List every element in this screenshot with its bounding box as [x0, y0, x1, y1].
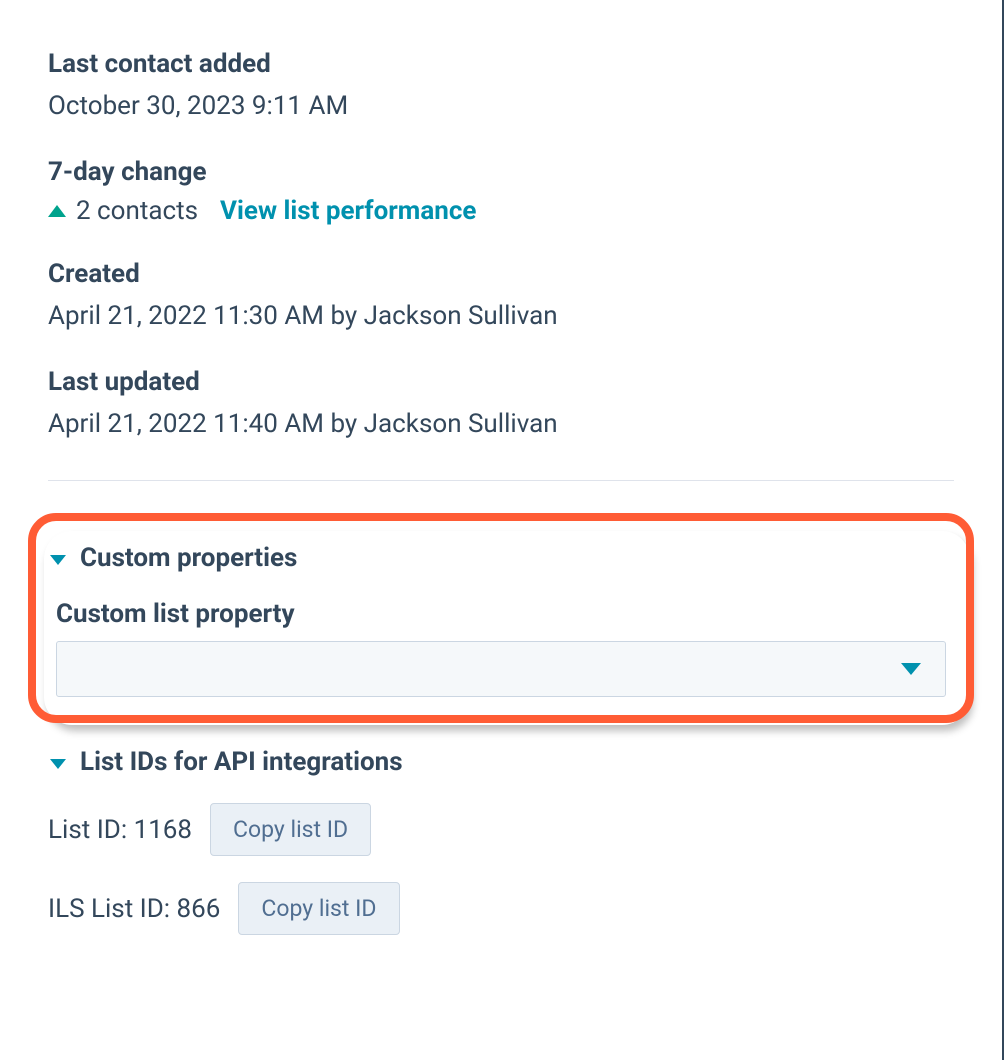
list-ids-title: List IDs for API integrations: [80, 747, 403, 777]
chevron-down-icon: [50, 759, 66, 769]
created-value: April 21, 2022 11:30 AM by Jackson Sulli…: [48, 298, 954, 334]
copy-list-id-button[interactable]: Copy list ID: [210, 803, 371, 856]
list-id-row: List ID: 1168 Copy list ID: [48, 803, 954, 856]
last-updated-label: Last updated: [48, 366, 954, 400]
custom-list-property-label: Custom list property: [48, 599, 954, 629]
section-divider: [48, 480, 954, 481]
seven-day-change-section: 7-day change 2 contacts View list perfor…: [48, 156, 954, 226]
created-label: Created: [48, 258, 954, 292]
last-contact-added-label: Last contact added: [48, 48, 954, 82]
custom-properties-title: Custom properties: [80, 543, 297, 573]
last-updated-value: April 21, 2022 11:40 AM by Jackson Sulli…: [48, 406, 954, 442]
view-list-performance-link[interactable]: View list performance: [220, 196, 476, 226]
last-updated-section: Last updated April 21, 2022 11:40 AM by …: [48, 366, 954, 442]
chevron-down-icon: [50, 555, 66, 565]
up-caret-icon: [48, 205, 66, 217]
custom-properties-header[interactable]: Custom properties: [48, 543, 954, 573]
seven-day-change-value: 2 contacts: [76, 196, 198, 226]
custom-list-property-select[interactable]: [56, 641, 946, 697]
seven-day-change-label: 7-day change: [48, 156, 954, 190]
last-contact-added-section: Last contact added October 30, 2023 9:11…: [48, 0, 954, 124]
list-ids-header[interactable]: List IDs for API integrations: [48, 747, 954, 777]
ils-list-id-value: ILS List ID: 866: [48, 894, 220, 924]
copy-ils-list-id-button[interactable]: Copy list ID: [238, 882, 399, 935]
ils-list-id-row: ILS List ID: 866 Copy list ID: [48, 882, 954, 935]
list-ids-section: List IDs for API integrations List ID: 1…: [48, 747, 954, 935]
list-id-value: List ID: 1168: [48, 815, 192, 845]
last-contact-added-value: October 30, 2023 9:11 AM: [48, 88, 954, 124]
custom-properties-highlight: Custom properties Custom list property: [28, 513, 974, 723]
created-section: Created April 21, 2022 11:30 AM by Jacks…: [48, 258, 954, 334]
caret-down-icon: [901, 663, 921, 675]
